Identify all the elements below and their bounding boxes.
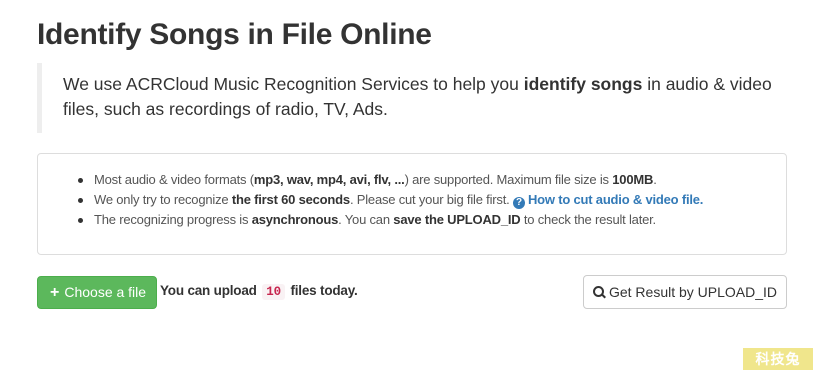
upload-quota-note: You can upload 10 files today. (160, 283, 358, 300)
upload-count: 10 (262, 284, 285, 300)
info-item-formats: Most audio & video formats (mp3, wav, mp… (76, 170, 786, 190)
async-bold: asynchronous (251, 212, 339, 227)
get-result-button[interactable]: Get Result by UPLOAD_ID (583, 275, 787, 309)
get-result-label: Get Result by UPLOAD_ID (608, 284, 778, 300)
choose-file-button[interactable]: + Choose a file (37, 276, 157, 309)
intro-text-before: We use ACRCloud Music Recognition Servic… (63, 74, 524, 94)
async-text-3: to check the result later. (520, 212, 656, 227)
formats-text-2: ) are supported. Maximum file size is (404, 172, 613, 187)
info-item-async: The recognizing progress is asynchronous… (76, 210, 786, 230)
choose-file-label: Choose a file (64, 284, 147, 300)
upload-note-after: files today. (290, 283, 358, 298)
how-to-cut-link[interactable]: ? How to cut audio & video file. (512, 192, 704, 209)
formats-text-1: Most audio & video formats ( (94, 172, 254, 187)
intro-bold: identify songs (523, 74, 643, 94)
info-list: Most audio & video formats (mp3, wav, mp… (76, 170, 786, 230)
recognize-text-2: . Please cut your big file first. (349, 192, 513, 207)
async-text-1: The recognizing progress is (94, 212, 252, 227)
search-icon (592, 286, 606, 299)
formats-text-3: . (653, 172, 657, 187)
recognize-text-1: We only try to recognize (94, 192, 232, 207)
upload-note-before: You can upload (160, 283, 257, 298)
recognize-duration: the first 60 seconds (231, 192, 350, 207)
plus-icon: + (50, 284, 60, 301)
question-circle-icon: ? (512, 197, 525, 209)
how-to-cut-link-label: How to cut audio & video file. (527, 192, 704, 207)
info-item-recognize: We only try to recognize the first 60 se… (76, 190, 786, 210)
max-file-size: 100MB (612, 172, 654, 187)
page: Identify Songs in File Online We use ACR… (0, 0, 819, 375)
async-text-2: . You can (338, 212, 394, 227)
save-upload-id-bold: save the UPLOAD_ID (393, 212, 521, 227)
formats-list: mp3, wav, mp4, avi, flv, ... (253, 172, 405, 187)
watermark: 科技兔 (743, 348, 813, 370)
info-panel: Most audio & video formats (mp3, wav, mp… (37, 153, 787, 255)
intro-blockquote: We use ACRCloud Music Recognition Servic… (37, 63, 782, 133)
page-title: Identify Songs in File Online (37, 18, 432, 51)
